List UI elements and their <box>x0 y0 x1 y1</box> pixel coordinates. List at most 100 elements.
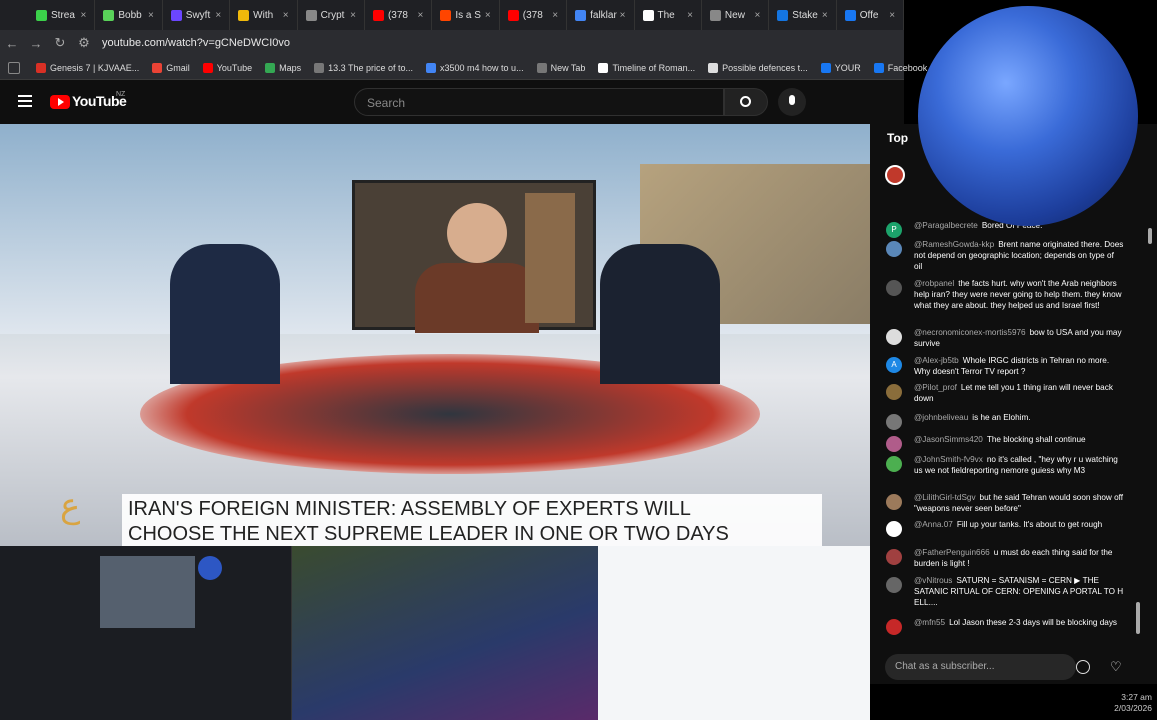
back-icon[interactable]: ← <box>0 36 24 51</box>
browser-tab[interactable]: Swyft × <box>163 0 231 30</box>
taskbar-clock: 3:27 am 2/03/2026 <box>1060 692 1152 714</box>
tab-close-icon[interactable]: × <box>350 10 356 21</box>
news-banner: IRAN'S FOREIGN MINISTER: ASSEMBLY OF EXP… <box>122 494 822 546</box>
bookmark-item[interactable]: Genesis 7 | KJVAAE... <box>36 62 140 73</box>
tab-close-icon[interactable]: × <box>822 10 828 21</box>
chat-avatar[interactable] <box>886 521 902 537</box>
chat-author[interactable]: @FatherPenguin666 <box>914 548 990 557</box>
chat-avatar[interactable] <box>886 494 902 510</box>
chat-avatar[interactable] <box>886 436 902 452</box>
chat-input[interactable]: Chat as a subscriber... <box>885 654 1076 680</box>
chat-scrollbar-thumb[interactable] <box>1136 602 1140 634</box>
tab-close-icon[interactable]: × <box>215 10 221 21</box>
spreadsheet-thumb[interactable] <box>598 546 870 720</box>
chat-avatar[interactable] <box>886 456 902 472</box>
bookmark-item[interactable]: Maps <box>265 62 301 73</box>
chat-author[interactable]: @Paragalbecrete <box>914 221 978 230</box>
chat-avatar[interactable] <box>886 384 902 400</box>
bookmark-item[interactable]: YOUR <box>820 62 861 73</box>
chat-author[interactable]: @LilithGirl-tdSgv <box>914 493 976 502</box>
chat-message: @necronomiconex-mortis5976 bow to USA and… <box>870 328 1150 350</box>
bookmark-item[interactable]: Gmail <box>152 62 190 73</box>
tab-close-icon[interactable]: × <box>620 10 626 21</box>
bookmark-item[interactable]: x3500 m4 how to u... <box>426 62 524 73</box>
browser-tab[interactable]: The × <box>635 0 702 30</box>
browser-tab[interactable]: Stake × <box>769 0 837 30</box>
browser-tab[interactable]: New × <box>702 0 770 30</box>
browser-tab[interactable]: falklar × <box>567 0 635 30</box>
browser-tab[interactable]: (378 × <box>500 0 568 30</box>
browser-tab[interactable]: Strea × <box>28 0 96 30</box>
chat-author[interactable]: @JasonSimms420 <box>914 435 983 444</box>
neptune-overlay-image <box>918 6 1138 226</box>
chat-author[interactable]: @mfn55 <box>914 618 945 627</box>
game-stream-thumb[interactable] <box>292 546 598 720</box>
bookmark-label: Genesis 7 | KJVAAE... <box>50 62 140 73</box>
bookmark-item[interactable]: 13.3 The price of to... <box>314 62 413 73</box>
tab-close-icon[interactable]: × <box>148 10 154 21</box>
voice-search-button[interactable] <box>778 88 806 116</box>
bookmark-item[interactable]: New Tab <box>536 62 585 73</box>
video-player[interactable]: ع <box>0 124 870 546</box>
chat-author[interactable]: @Alex-jb5tb <box>914 356 959 365</box>
browser-tab[interactable]: Is a S × <box>432 0 500 30</box>
tab-label: Stake <box>792 9 818 21</box>
browser-tab[interactable]: Crypt × <box>298 0 365 30</box>
chat-scrollbar-top[interactable] <box>1148 228 1152 244</box>
chat-avatar[interactable] <box>886 280 902 296</box>
bookmark-item[interactable]: Timeline of Roman... <box>598 62 695 73</box>
obs-window-thumb[interactable] <box>0 546 292 720</box>
browser-tab[interactable]: Offe × <box>837 0 905 30</box>
apps-icon[interactable] <box>8 62 20 74</box>
reload-icon[interactable]: ↻ <box>48 35 72 51</box>
chat-avatar[interactable]: A <box>886 357 902 373</box>
tab-label: With <box>253 9 274 21</box>
chat-avatar[interactable] <box>886 241 902 257</box>
search-input[interactable]: Search <box>354 88 724 116</box>
bookmark-favicon-icon <box>152 62 163 73</box>
chat-avatar[interactable]: P <box>886 222 902 238</box>
forward-icon[interactable]: → <box>24 36 48 51</box>
tab-close-icon[interactable]: × <box>889 10 895 21</box>
tab-close-icon[interactable]: × <box>81 10 87 21</box>
bookmark-item[interactable]: Possible defences t... <box>708 62 808 73</box>
heart-icon[interactable]: ♡ <box>1110 660 1124 674</box>
chat-text: Fill up your tanks. It's about to get ro… <box>956 520 1103 529</box>
chat-author[interactable]: @RameshGowda-kkp <box>914 240 994 249</box>
chat-author[interactable]: @necronomiconex-mortis5976 <box>914 328 1026 337</box>
site-info-icon[interactable]: ⚙ <box>72 35 96 51</box>
browser-tab[interactable]: With × <box>230 0 298 30</box>
tab-close-icon[interactable]: × <box>283 10 289 21</box>
chat-avatar[interactable] <box>886 414 902 430</box>
tab-close-icon[interactable]: × <box>754 10 760 21</box>
chat-message: A @Alex-jb5tb Whole IRGC districts in Tehr… <box>870 356 1150 378</box>
chat-author[interactable]: @Anna.07 <box>914 520 953 529</box>
url-field[interactable]: youtube.com/watch?v=gCNeDWCI0vo <box>102 37 290 49</box>
emoji-icon[interactable] <box>1076 660 1090 674</box>
chat-author[interactable]: @vNitrous <box>914 576 952 585</box>
bookmark-item[interactable]: YouTube <box>202 62 252 73</box>
browser-tab[interactable]: Bobb × <box>95 0 163 30</box>
chat-author[interactable]: @robpanel <box>914 279 954 288</box>
pinned-avatar[interactable] <box>885 165 905 185</box>
remote-guest-screen <box>352 180 596 333</box>
chat-author[interactable]: @johnbeliveau <box>914 413 968 422</box>
chat-avatar[interactable] <box>886 619 902 635</box>
chat-tab-top[interactable]: Top <box>887 131 908 145</box>
tab-close-icon[interactable]: × <box>552 10 558 21</box>
chat-avatar[interactable] <box>886 329 902 345</box>
chat-avatar[interactable] <box>886 577 902 593</box>
browser-tab[interactable]: (378 × <box>365 0 433 30</box>
menu-icon[interactable] <box>18 95 32 107</box>
search-button[interactable] <box>724 88 768 116</box>
tab-close-icon[interactable]: × <box>485 10 491 21</box>
tab-close-icon[interactable]: × <box>687 10 693 21</box>
tab-label: (378 <box>387 9 408 21</box>
chat-avatar[interactable] <box>886 549 902 565</box>
bookmark-label: Possible defences t... <box>722 62 808 73</box>
tab-close-icon[interactable]: × <box>418 10 424 21</box>
bookmark-favicon-icon <box>598 62 609 73</box>
chat-author[interactable]: @Pilot_prof <box>914 383 957 392</box>
chat-author[interactable]: @JohnSmith-fv9vx <box>914 455 983 464</box>
youtube-logo-icon[interactable] <box>50 95 70 109</box>
